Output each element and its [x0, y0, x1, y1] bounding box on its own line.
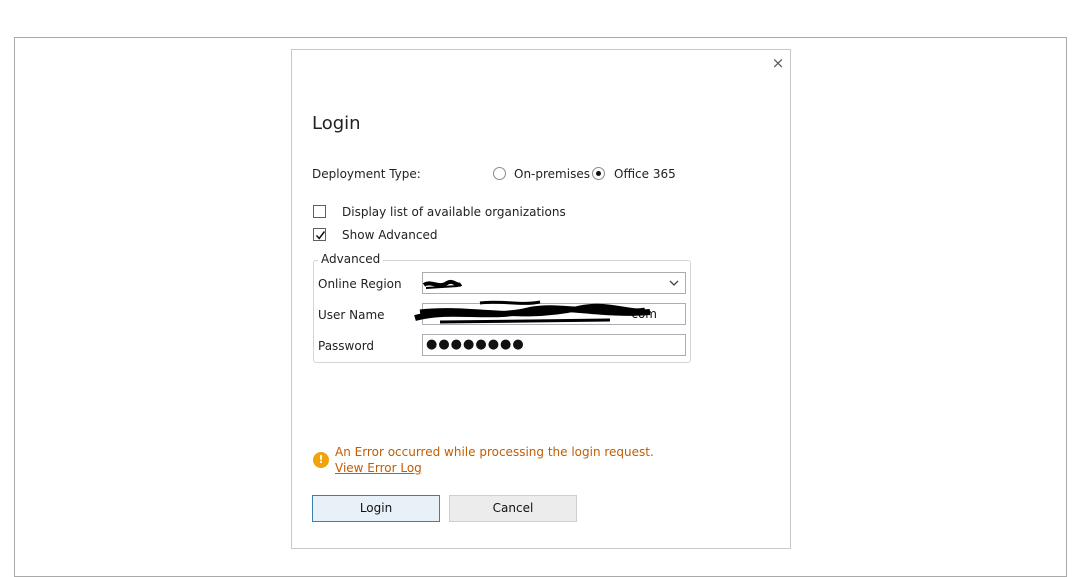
error-message: An Error occurred while processing the l…	[335, 444, 685, 476]
chevron-down-icon	[669, 280, 679, 286]
error-text: An Error occurred while processing the l…	[335, 445, 654, 459]
password-input[interactable]: ●●●●●●●●	[422, 334, 686, 356]
cancel-button[interactable]: Cancel	[449, 495, 577, 522]
deployment-type-label: Deployment Type:	[312, 167, 421, 181]
checkmark-icon	[315, 231, 326, 240]
on-premises-radio[interactable]	[493, 167, 506, 180]
advanced-group-legend: Advanced	[318, 252, 384, 267]
display-orgs-label[interactable]: Display list of available organizations	[342, 204, 566, 220]
password-label: Password	[318, 339, 375, 353]
redaction-scribble	[423, 279, 463, 289]
redaction-scribble-username	[414, 300, 651, 324]
login-button[interactable]: Login	[312, 495, 440, 522]
office-365-label[interactable]: Office 365	[614, 166, 676, 182]
on-premises-label[interactable]: On-premises	[514, 166, 590, 182]
office-365-radio[interactable]	[592, 167, 605, 180]
dialog-title: Login	[312, 113, 361, 134]
close-icon[interactable]: ×	[771, 55, 785, 71]
online-region-label: Online Region	[318, 277, 402, 291]
display-orgs-checkbox[interactable]	[313, 205, 326, 218]
warning-icon: !	[313, 452, 329, 468]
show-advanced-label[interactable]: Show Advanced	[342, 227, 437, 243]
view-error-log-link[interactable]: View Error Log	[335, 461, 422, 475]
show-advanced-checkbox[interactable]	[313, 228, 326, 241]
user-name-label: User Name	[318, 308, 385, 322]
